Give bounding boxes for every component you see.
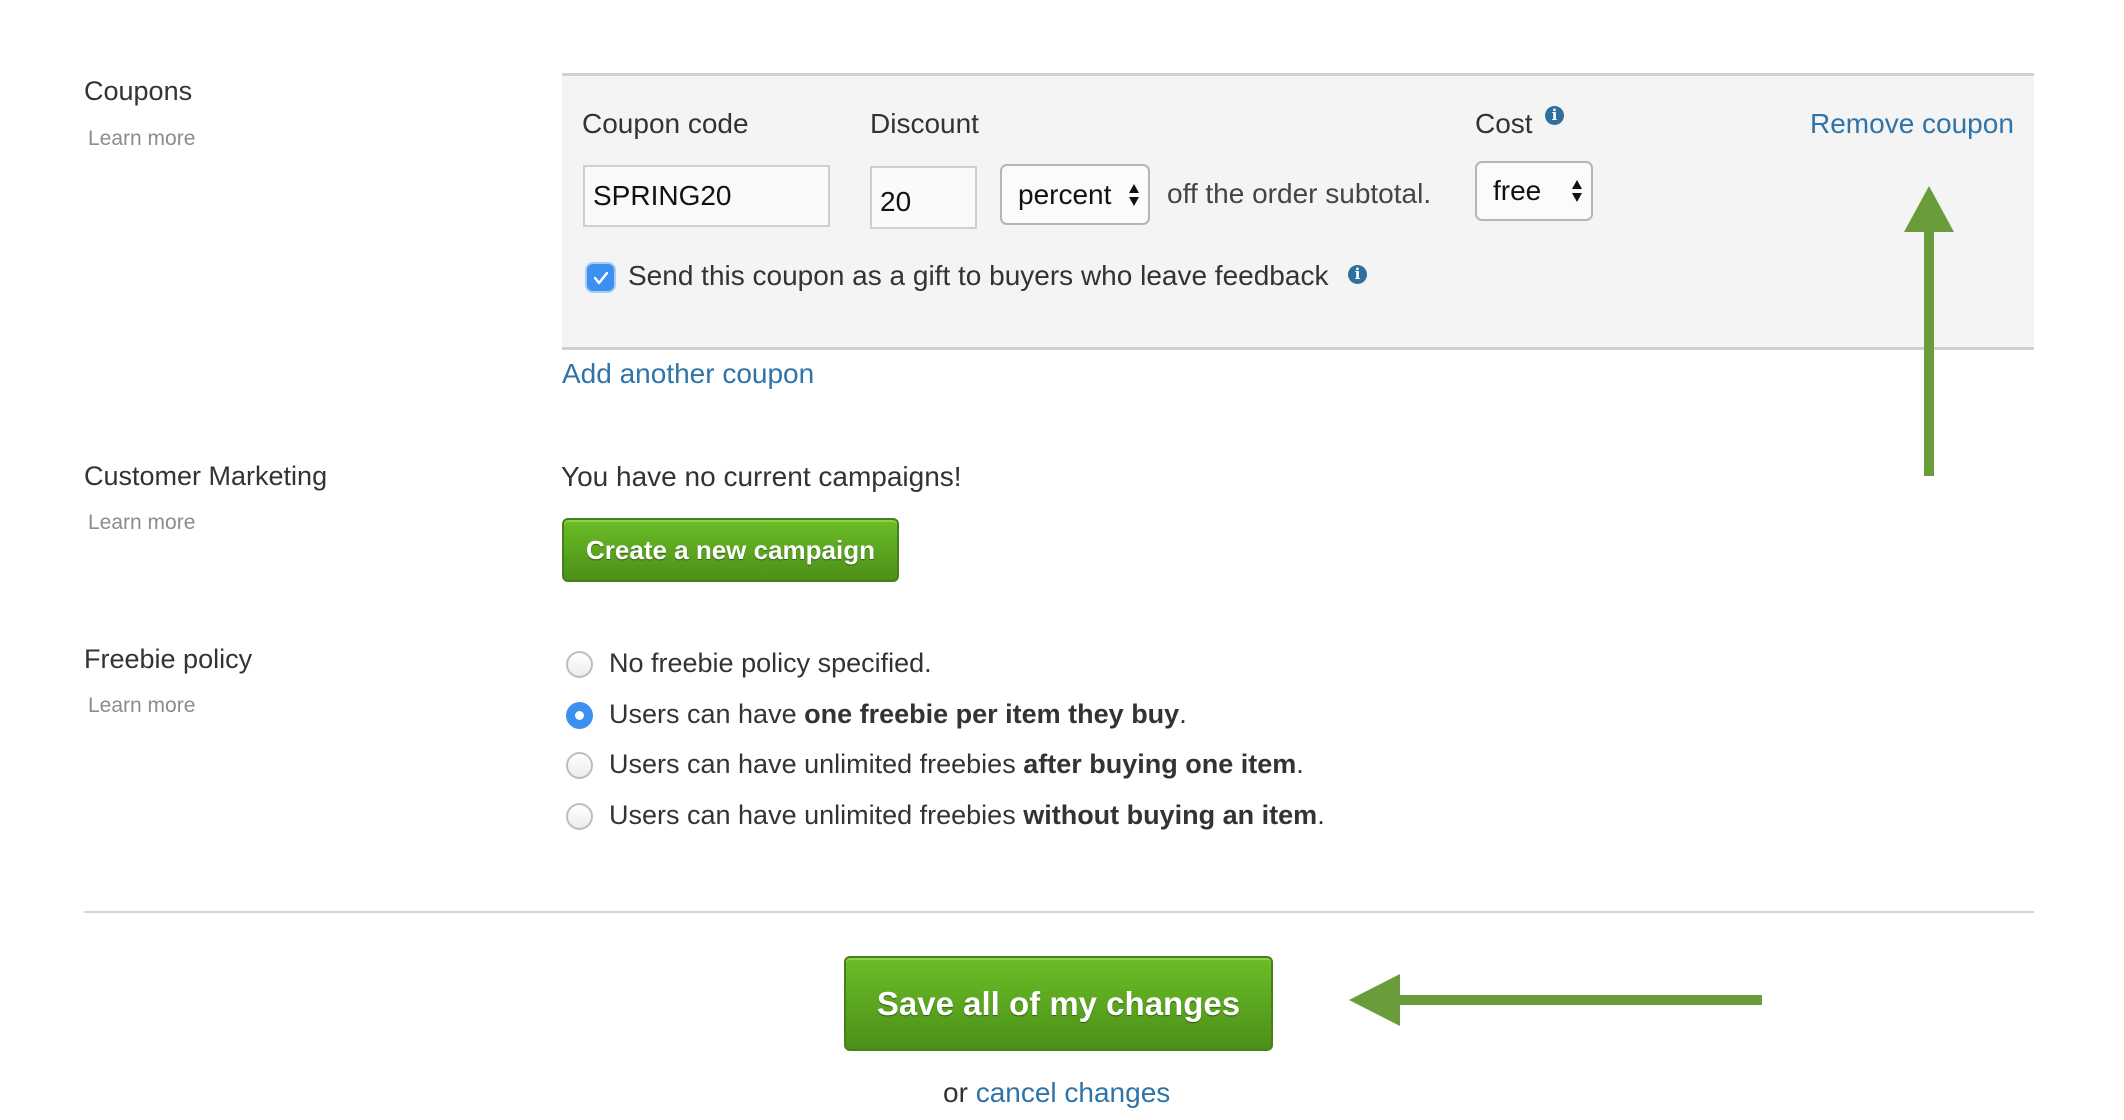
gift-coupon-checkbox[interactable] (587, 264, 614, 291)
freebie-option-emphasis: after buying one item (1023, 749, 1297, 779)
coupon-code-input[interactable] (583, 165, 830, 227)
cancel-line: or cancel changes (943, 1077, 1170, 1109)
coupons-section-label: Coupons (84, 76, 193, 106)
freebie-option-label[interactable]: Users can have unlimited freebies withou… (609, 800, 1325, 831)
gift-info-icon[interactable]: i (1348, 265, 1367, 284)
discount-label: Discount (870, 108, 979, 139)
freebie-option-text: Users can have unlimited freebies (609, 749, 1024, 779)
cost-label: Cost (1475, 108, 1533, 140)
cost-select-value: free (1493, 175, 1542, 206)
cost-label-text: Cost (1475, 108, 1533, 139)
freebie-policy-learn-more-link[interactable]: Learn more (88, 694, 195, 718)
annotation-arrow-left-icon (1349, 974, 1762, 1026)
footer-divider (84, 911, 2034, 913)
freebie-option-text: Users can have (609, 699, 805, 729)
discount-type-value: percent (1018, 178, 1112, 210)
cost-select[interactable]: free (1475, 161, 1593, 221)
freebie-option-emphasis: without buying an item (1023, 800, 1318, 830)
freebie-option-radio[interactable] (566, 702, 593, 729)
cancel-changes-link[interactable]: cancel changes (976, 1077, 1171, 1108)
discount-suffix-text: off the order subtotal. (1167, 178, 1432, 209)
create-campaign-button[interactable]: Create a new campaign (562, 518, 899, 582)
freebie-option-suffix: . (1179, 699, 1187, 729)
add-another-coupon-link[interactable]: Add another coupon (562, 358, 814, 390)
freebie-option-label[interactable]: Users can have one freebie per item they… (609, 699, 1187, 730)
freebie-option-label[interactable]: Users can have unlimited freebies after … (609, 749, 1304, 780)
coupon-code-label: Coupon code (582, 108, 749, 139)
annotation-arrow-up-icon (1904, 186, 1954, 476)
freebie-policy-label: Freebie policy (84, 644, 253, 674)
freebie-option-radio[interactable] (566, 752, 593, 779)
cost-info-icon[interactable]: i (1545, 106, 1564, 125)
gift-coupon-label[interactable]: Send this coupon as a gift to buyers who… (628, 260, 1328, 292)
or-text: or (943, 1077, 968, 1108)
select-spinner-icon (1129, 183, 1139, 206)
coupons-learn-more-link[interactable]: Learn more (88, 127, 195, 151)
remove-coupon-link[interactable]: Remove coupon (1810, 108, 2014, 140)
freebie-option-emphasis: one freebie per item they buy (804, 699, 1180, 729)
no-campaigns-text: You have no current campaigns! (561, 461, 962, 492)
checkmark-icon (593, 271, 608, 284)
freebie-option-suffix: . (1317, 800, 1325, 830)
customer-marketing-label: Customer Marketing (84, 461, 328, 491)
select-spinner-icon (1572, 180, 1582, 202)
create-campaign-button-label: Create a new campaign (586, 534, 875, 565)
discount-type-select[interactable]: percent (1000, 164, 1150, 225)
freebie-option-text: No freebie policy specified. (609, 648, 932, 678)
freebie-option-label[interactable]: No freebie policy specified. (609, 648, 932, 679)
save-changes-button[interactable]: Save all of my changes (844, 956, 1273, 1051)
freebie-option-text: Users can have unlimited freebies (609, 800, 1024, 830)
freebie-option-suffix: . (1296, 749, 1304, 779)
customer-marketing-learn-more-link[interactable]: Learn more (88, 511, 195, 535)
freebie-option-radio[interactable] (566, 803, 593, 830)
freebie-option-radio[interactable] (566, 651, 593, 678)
save-changes-button-label: Save all of my changes (876, 984, 1241, 1022)
discount-amount-input[interactable] (870, 166, 977, 229)
